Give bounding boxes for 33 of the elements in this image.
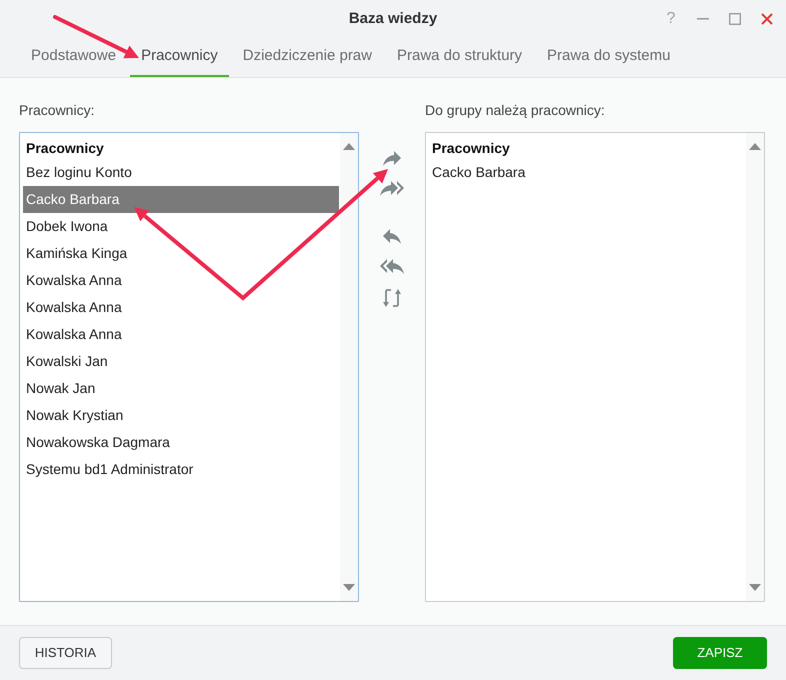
scrollbar[interactable] bbox=[340, 133, 358, 601]
list-item[interactable]: Kowalski Jan bbox=[23, 348, 339, 375]
tab[interactable]: Dziedziczenie praw bbox=[232, 37, 383, 77]
swap-arrows-icon bbox=[383, 288, 401, 308]
list-item[interactable]: Cacko Barbara bbox=[429, 159, 745, 186]
list-item[interactable]: Kamińska Kinga bbox=[23, 240, 339, 267]
list-item[interactable]: Nowak Krystian bbox=[23, 402, 339, 429]
save-button[interactable]: ZAPISZ bbox=[673, 637, 767, 669]
list-item[interactable]: Kowalska Anna bbox=[23, 267, 339, 294]
list-header: Pracownicy bbox=[431, 138, 511, 158]
list-label: Do grupy należą pracownicy: bbox=[425, 102, 606, 118]
tab[interactable]: Podstawowe bbox=[20, 37, 128, 77]
scroll-down-icon[interactable] bbox=[749, 584, 761, 591]
history-button[interactable]: HISTORIA bbox=[19, 637, 112, 669]
list-item[interactable]: Systemu bd1 Administrator bbox=[23, 456, 339, 483]
scroll-up-icon[interactable] bbox=[343, 143, 355, 150]
tab[interactable]: Prawa do struktury bbox=[386, 37, 534, 77]
scroll-up-icon[interactable] bbox=[749, 143, 761, 150]
list-box[interactable]: Pracownicy Bez loginu Konto Cacko Barbara Dobek Iwona Kamińska Kinga Kowalska Anna Kowalska Anna Kowalska Anna Kowalski Jan Nowak Jan Nowak Krystian Nowakowska Dagmara Systemu bd1 Administrator bbox=[19, 132, 359, 602]
list-item[interactable]: Cacko Barbara bbox=[23, 186, 339, 213]
list-label: Pracownicy: bbox=[19, 102, 96, 118]
list-item[interactable]: Nowakowska Dagmara bbox=[23, 429, 339, 456]
list-box[interactable]: Pracownicy Cacko Barbara bbox=[425, 132, 765, 602]
tab[interactable]: Prawa do systemu bbox=[536, 37, 682, 77]
list-item[interactable]: Dobek Iwona bbox=[23, 213, 339, 240]
list-item[interactable]: Kowalska Anna bbox=[23, 294, 339, 321]
scrollbar[interactable] bbox=[746, 133, 764, 601]
list-item[interactable]: Kowalska Anna bbox=[23, 321, 339, 348]
window-title: Baza wiedzy bbox=[348, 8, 438, 29]
list-item[interactable]: Bez loginu Konto bbox=[23, 159, 339, 186]
list-header: Pracownicy bbox=[25, 138, 105, 158]
scroll-down-icon[interactable] bbox=[343, 584, 355, 591]
list-item[interactable]: Nowak Jan bbox=[23, 375, 339, 402]
